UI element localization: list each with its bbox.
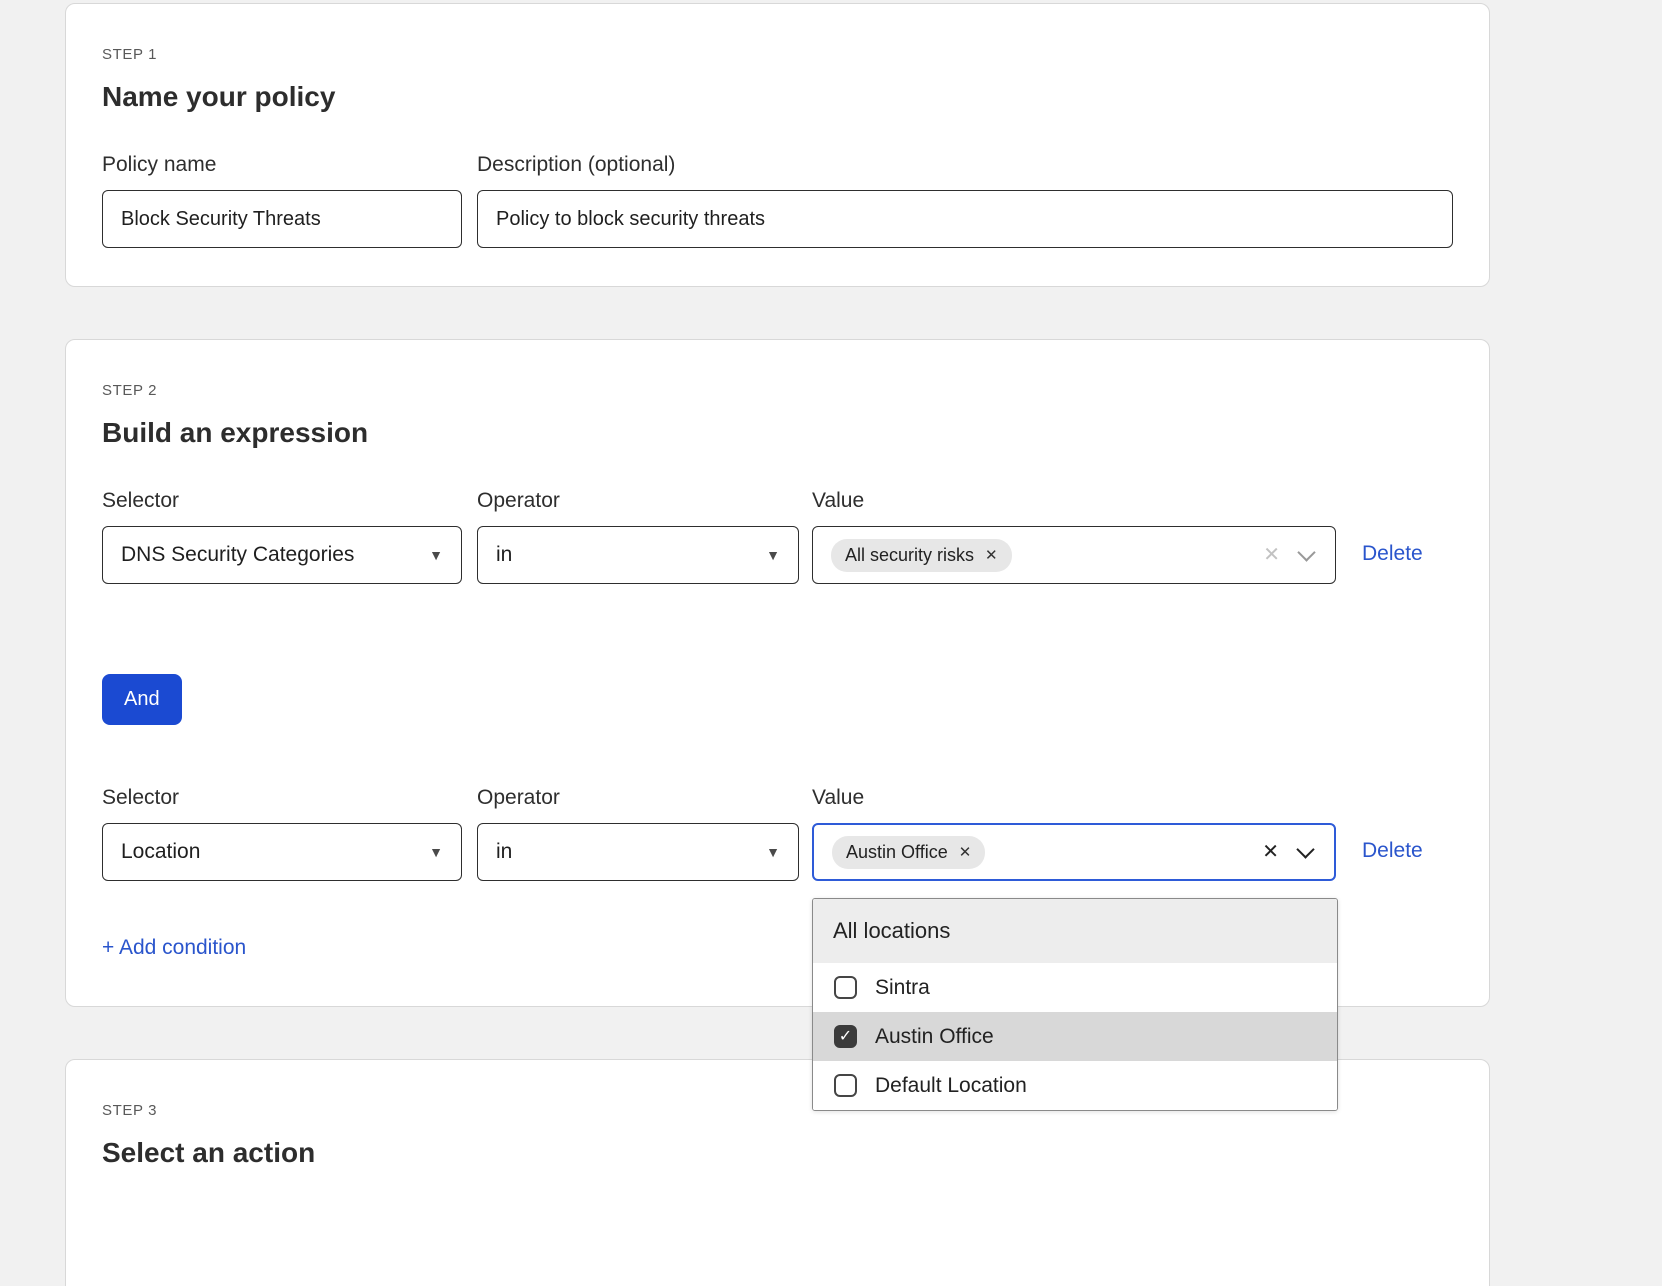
chevron-down-icon[interactable] <box>1297 543 1315 561</box>
value-tag[interactable]: All security risks ✕ <box>831 539 1012 572</box>
condition-row-1: Selector DNS Security Categories ▼ Opera… <box>102 489 1453 584</box>
policy-name-field: Policy name <box>102 153 462 248</box>
value-tag-label: Austin Office <box>846 842 948 863</box>
and-button[interactable]: And <box>102 674 182 725</box>
delete-condition-link-1[interactable]: Delete <box>1362 542 1423 566</box>
operator-label: Operator <box>477 786 799 810</box>
add-condition-link[interactable]: + Add condition <box>102 936 246 960</box>
selector-field-2: Selector Location ▼ <box>102 786 462 881</box>
clear-value-icon[interactable]: ✕ <box>1263 545 1280 565</box>
chevron-down-icon: ▼ <box>766 844 780 860</box>
selector-dropdown-1[interactable]: DNS Security Categories ▼ <box>102 526 462 584</box>
dropdown-option-label: Austin Office <box>875 1025 994 1049</box>
value-tag-label: All security risks <box>845 545 974 566</box>
step1-title: Name your policy <box>102 81 1453 113</box>
operator-value-2: in <box>496 840 512 864</box>
policy-name-label: Policy name <box>102 153 462 177</box>
clear-value-icon[interactable]: ✕ <box>1262 842 1279 862</box>
operator-dropdown-2[interactable]: in ▼ <box>477 823 799 881</box>
dropdown-option-label: Default Location <box>875 1074 1027 1098</box>
description-input[interactable] <box>477 190 1453 248</box>
dropdown-option-all-locations[interactable]: All locations <box>813 899 1337 963</box>
value-multiselect-1[interactable]: All security risks ✕ ✕ <box>812 526 1336 584</box>
dropdown-option-default-location[interactable]: ✓ Default Location <box>813 1061 1337 1110</box>
selector-field-1: Selector DNS Security Categories ▼ <box>102 489 462 584</box>
selector-value-1: DNS Security Categories <box>121 543 354 567</box>
value-label: Value <box>812 489 1336 513</box>
dropdown-option-sintra[interactable]: ✓ Sintra <box>813 963 1337 1012</box>
step2-card: STEP 2 Build an expression Selector DNS … <box>65 339 1490 1007</box>
operator-field-1: Operator in ▼ <box>477 489 799 584</box>
dropdown-option-austin-office[interactable]: ✓ Austin Office <box>813 1012 1337 1061</box>
value-multiselect-2[interactable]: Austin Office ✕ ✕ <box>812 823 1336 881</box>
chevron-down-icon: ▼ <box>766 547 780 563</box>
check-icon: ✓ <box>839 1029 852 1045</box>
value-tag[interactable]: Austin Office ✕ <box>832 836 985 869</box>
value-label: Value <box>812 786 1336 810</box>
step1-fields: Policy name Description (optional) <box>102 153 1453 248</box>
step2-label: STEP 2 <box>102 382 1453 399</box>
step3-title: Select an action <box>102 1137 1453 1169</box>
remove-tag-icon[interactable]: ✕ <box>959 845 972 860</box>
chevron-down-icon: ▼ <box>429 547 443 563</box>
chevron-down-icon[interactable] <box>1296 840 1314 858</box>
step2-title: Build an expression <box>102 417 1453 449</box>
policy-builder-page: STEP 1 Name your policy Policy name Desc… <box>0 3 1662 1286</box>
operator-value-1: in <box>496 543 512 567</box>
chevron-down-icon: ▼ <box>429 844 443 860</box>
selector-label: Selector <box>102 786 462 810</box>
step1-card: STEP 1 Name your policy Policy name Desc… <box>65 3 1490 287</box>
policy-name-input[interactable] <box>102 190 462 248</box>
remove-tag-icon[interactable]: ✕ <box>985 548 998 563</box>
operator-field-2: Operator in ▼ <box>477 786 799 881</box>
delete-condition-link-2[interactable]: Delete <box>1362 839 1423 863</box>
value-field-1: Value All security risks ✕ ✕ <box>812 489 1336 584</box>
step1-label: STEP 1 <box>102 46 1453 63</box>
checkbox-icon[interactable]: ✓ <box>834 1074 857 1097</box>
checkbox-icon[interactable]: ✓ <box>834 976 857 999</box>
operator-label: Operator <box>477 489 799 513</box>
description-label: Description (optional) <box>477 153 1453 177</box>
checkbox-icon[interactable]: ✓ <box>834 1025 857 1048</box>
value-field-2: Value Austin Office ✕ ✕ All locations <box>812 786 1336 881</box>
condition-row-2: Selector Location ▼ Operator in ▼ Value … <box>102 786 1453 881</box>
description-field: Description (optional) <box>477 153 1453 248</box>
location-dropdown-panel: All locations ✓ Sintra ✓ Austin Office <box>812 898 1338 1111</box>
selector-dropdown-2[interactable]: Location ▼ <box>102 823 462 881</box>
operator-dropdown-1[interactable]: in ▼ <box>477 526 799 584</box>
dropdown-option-label: Sintra <box>875 976 930 1000</box>
selector-value-2: Location <box>121 840 200 864</box>
selector-label: Selector <box>102 489 462 513</box>
